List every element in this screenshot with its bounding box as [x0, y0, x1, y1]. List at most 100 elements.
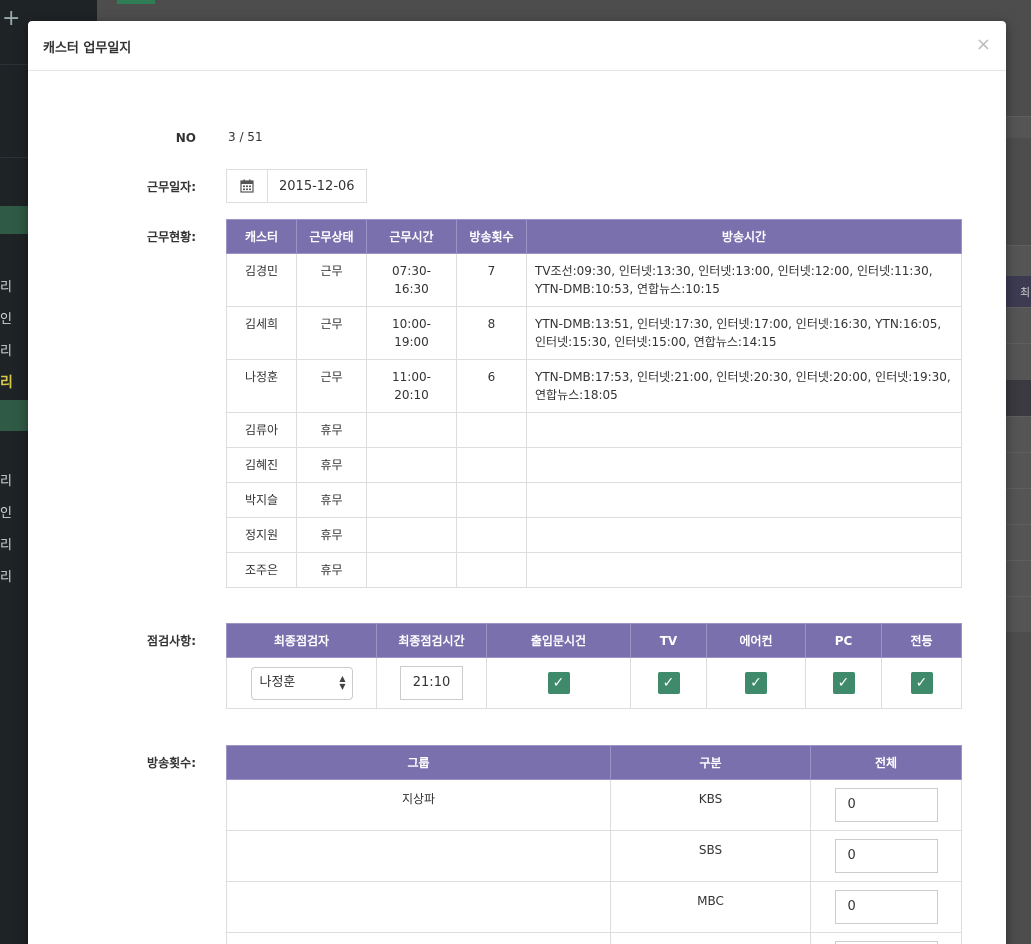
- table-row: 김세희 근무 10:00-19:00 8 YTN-DMB:13:51, 인터넷:…: [226, 306, 962, 360]
- work-hours: 10:00-19:00: [366, 306, 457, 360]
- broadcast-times: YTN-DMB:13:51, 인터넷:17:30, 인터넷:17:00, 인터넷…: [526, 306, 962, 360]
- column-header: 출입문시건: [486, 623, 631, 658]
- background-row: [1006, 596, 1031, 632]
- work-status: 근무: [296, 306, 367, 360]
- broadcast-count: [456, 552, 527, 588]
- work-status-table: 캐스터 근무상태 근무시간 방송횟수 방송시간 김경민 근무 07:30-16:…: [226, 219, 962, 588]
- sidebar-menu-item[interactable]: 인: [0, 502, 16, 521]
- type-cell: KBS: [610, 779, 811, 831]
- work-hours: [366, 412, 457, 448]
- column-header: PC: [805, 623, 882, 658]
- work-status: 근무: [296, 359, 367, 413]
- work-status: 휴무: [296, 412, 367, 448]
- background-row: [1006, 307, 1031, 343]
- broadcast-times: YTN-DMB:17:53, 인터넷:21:00, 인터넷:20:30, 인터넷…: [526, 359, 962, 413]
- group-cell: 지상파: [226, 779, 611, 831]
- modal-title: 캐스터 업무일지: [43, 41, 132, 56]
- work-hours: [366, 517, 457, 553]
- caster-log-modal: 캐스터 업무일지 × NO 3 / 51 근무일자: 2015-12-06 근무…: [28, 21, 1006, 944]
- type-cell: MBC: [610, 881, 811, 933]
- table-row: 정지원 휴무: [226, 517, 962, 553]
- column-header: 최종점검시간: [376, 623, 487, 658]
- aircon-checkbox[interactable]: ✓: [745, 672, 767, 694]
- caster-name: 정지원: [226, 517, 297, 553]
- caster-name: 박지슬: [226, 482, 297, 518]
- no-value: 3 / 51: [228, 130, 263, 144]
- column-header: 에어컨: [706, 623, 806, 658]
- table-row: 나정훈 근무 11:00-20:10 6 YTN-DMB:17:53, 인터넷:…: [226, 359, 962, 413]
- check-label: 점검사항:: [147, 634, 196, 648]
- caster-name: 조주은: [226, 552, 297, 588]
- column-header: 전체: [810, 745, 962, 780]
- column-header: 방송횟수: [456, 219, 527, 254]
- broadcast-count: 6: [456, 359, 527, 413]
- caster-name: 김경민: [226, 253, 297, 307]
- table-row: 김류아 휴무: [226, 412, 962, 448]
- caster-name: 김세희: [226, 306, 297, 360]
- date-picker[interactable]: 2015-12-06: [226, 169, 367, 203]
- close-icon[interactable]: ×: [976, 35, 991, 55]
- background-row: [1006, 524, 1031, 560]
- pc-checkbox[interactable]: ✓: [832, 672, 855, 694]
- type-cell: [610, 932, 811, 944]
- sidebar-menu-item[interactable]: 리: [0, 566, 16, 585]
- column-header: 방송시간: [526, 219, 962, 254]
- caster-name: 김혜진: [226, 447, 297, 483]
- work-hours: 07:30-16:30: [366, 253, 457, 307]
- sidebar-menu-item[interactable]: 리: [0, 340, 16, 359]
- table-row: 조주은 휴무: [226, 552, 962, 588]
- calendar-icon[interactable]: [227, 170, 268, 202]
- background-panel: [1006, 116, 1031, 138]
- work-status: 휴무: [296, 517, 367, 553]
- date-input[interactable]: 2015-12-06: [268, 170, 366, 202]
- door-lock-checkbox[interactable]: ✓: [547, 672, 570, 694]
- work-hours: [366, 447, 457, 483]
- light-checkbox[interactable]: ✓: [910, 672, 933, 694]
- broadcast-count: 7: [456, 253, 527, 307]
- caster-name: 나정훈: [226, 359, 297, 413]
- group-cell: [226, 932, 611, 944]
- sidebar-menu-item[interactable]: 리: [0, 276, 16, 295]
- modal-header: 캐스터 업무일지 ×: [28, 21, 1006, 71]
- broadcast-times: TV조선:09:30, 인터넷:13:30, 인터넷:13:00, 인터넷:12…: [526, 253, 962, 307]
- work-status: 휴무: [296, 482, 367, 518]
- sidebar-menu-item[interactable]: 리: [0, 470, 16, 489]
- caster-name: 김류아: [226, 412, 297, 448]
- column-header: 최종점검자: [226, 623, 377, 658]
- background-row: [1006, 416, 1031, 452]
- background-row: [1006, 343, 1031, 380]
- column-header: 전등: [881, 623, 962, 658]
- sidebar-active-bar: [0, 206, 28, 234]
- plus-icon: +: [2, 6, 21, 31]
- background-table-header: 최: [1006, 276, 1031, 307]
- total-input[interactable]: 0: [834, 890, 938, 924]
- sidebar-menu-item[interactable]: 리: [0, 534, 16, 553]
- tv-checkbox[interactable]: ✓: [657, 672, 680, 694]
- total-input[interactable]: 0: [834, 839, 938, 873]
- sidebar-menu-item-active[interactable]: 리: [0, 372, 16, 392]
- broadcast-count: [456, 517, 527, 553]
- inspector-select[interactable]: 나정훈 ▲ ▼: [250, 666, 353, 700]
- background-row: [1006, 452, 1031, 488]
- table-row: 김경민 근무 07:30-16:30 7 TV조선:09:30, 인터넷:13:…: [226, 253, 962, 307]
- broadcast-times: [526, 517, 962, 553]
- work-hours: [366, 552, 457, 588]
- table-row: SBS 0: [226, 830, 962, 882]
- total-input[interactable]: 0: [834, 788, 938, 822]
- background-row: [1006, 488, 1031, 524]
- broadcast-times: [526, 482, 962, 518]
- broadcast-count: [456, 482, 527, 518]
- work-status: 휴무: [296, 552, 367, 588]
- table-row: 김혜진 휴무: [226, 447, 962, 483]
- date-label: 근무일자:: [147, 180, 196, 194]
- table-row: MBC 0: [226, 881, 962, 933]
- table-row: [226, 932, 962, 944]
- inspector-select-value: 나정훈: [259, 675, 296, 690]
- inspection-time-input[interactable]: 21:10: [400, 666, 463, 700]
- sidebar-menu-item[interactable]: 인: [0, 308, 16, 327]
- column-header: 구분: [610, 745, 811, 780]
- no-label: NO: [175, 131, 196, 145]
- column-header: 근무상태: [296, 219, 367, 254]
- column-header: 캐스터: [226, 219, 297, 254]
- work-hours: [366, 482, 457, 518]
